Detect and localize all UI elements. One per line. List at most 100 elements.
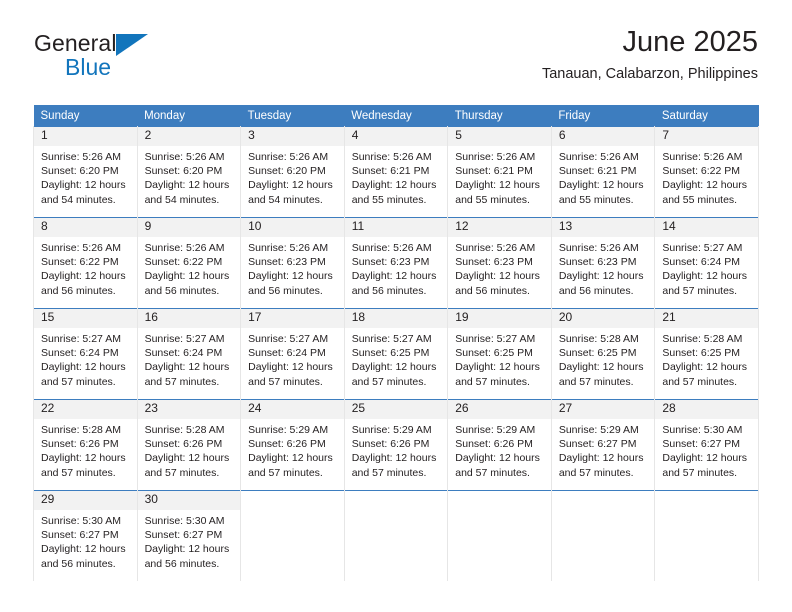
day-number-blank: [344, 491, 448, 510]
sunrise-text: Sunrise: 5:26 AM: [662, 151, 743, 163]
daylight-text-line1: Daylight: 12 hours: [558, 361, 644, 374]
sunrise-text: Sunrise: 5:26 AM: [351, 242, 432, 254]
daylight-text-line2: and 57 minutes.: [144, 375, 220, 388]
sunset-text: Sunset: 6:27 PM: [41, 529, 119, 542]
calendar-day-cell[interactable]: 12 Sunrise: 5:26 AM Sunset: 6:23 PM Dayligh…: [447, 217, 552, 309]
day-number: 29: [34, 491, 137, 510]
calendar-cell-empty: [343, 490, 449, 581]
day-details: Sunrise: 5:26 AM Sunset: 6:22 PM Daylight:…: [655, 146, 758, 207]
daylight-text-line1: Daylight: 12 hours: [248, 452, 333, 465]
generalblue-logo[interactable]: General Blue: [34, 32, 274, 92]
calendar-day-cell[interactable]: 23 Sunrise: 5:28 AM Sunset: 6:26 PM Dayligh…: [136, 399, 242, 491]
calendar-day-cell[interactable]: 27 Sunrise: 5:29 AM Sunset: 6:27 PM Dayligh…: [550, 399, 656, 491]
daylight-text-line2: and 55 minutes.: [455, 193, 530, 206]
calendar-day-cell[interactable]: 25 Sunrise: 5:29 AM Sunset: 6:26 PM Dayligh…: [343, 399, 449, 491]
calendar-day-cell[interactable]: 18 Sunrise: 5:27 AM Sunset: 6:25 PM Dayligh…: [343, 308, 449, 400]
page-title: June 2025: [622, 26, 758, 58]
daylight-text-line1: Daylight: 12 hours: [351, 361, 437, 374]
day-details: Sunrise: 5:29 AM Sunset: 6:26 PM Daylight:…: [241, 419, 344, 480]
sunset-text: Sunset: 6:26 PM: [144, 438, 223, 451]
sunrise-text: Sunrise: 5:26 AM: [144, 151, 225, 163]
day-number: 30: [137, 491, 241, 510]
calendar-week-row: 22 Sunrise: 5:28 AM Sunset: 6:26 PM Dayligh…: [33, 399, 759, 491]
day-details: Sunrise: 5:28 AM Sunset: 6:26 PM Daylight:…: [138, 419, 241, 480]
day-number: 20: [551, 309, 655, 328]
calendar-day-cell[interactable]: 15 Sunrise: 5:27 AM Sunset: 6:24 PM Dayligh…: [33, 308, 138, 400]
daylight-text-line1: Daylight: 12 hours: [351, 452, 437, 465]
weekday-header-saturday: Saturday: [654, 105, 759, 127]
day-details: Sunrise: 5:26 AM Sunset: 6:23 PM Daylight:…: [552, 237, 655, 298]
logo-text-general: General: [34, 30, 117, 56]
day-number-blank: [655, 491, 758, 510]
weekday-header-row: Sunday Monday Tuesday Wednesday Thursday…: [33, 105, 759, 127]
calendar-day-cell[interactable]: 8 Sunrise: 5:26 AM Sunset: 6:22 PM Daylight…: [33, 217, 138, 309]
calendar-day-cell[interactable]: 3 Sunrise: 5:26 AM Sunset: 6:20 PM Daylight…: [240, 126, 345, 218]
sunset-text: Sunset: 6:20 PM: [144, 165, 223, 178]
sunrise-text: Sunrise: 5:26 AM: [41, 242, 121, 254]
sunset-text: Sunset: 6:26 PM: [351, 438, 430, 451]
sunrise-text: Sunrise: 5:29 AM: [455, 424, 536, 436]
day-details: Sunrise: 5:29 AM Sunset: 6:26 PM Daylight:…: [345, 419, 448, 480]
calendar-day-cell[interactable]: 24 Sunrise: 5:29 AM Sunset: 6:26 PM Dayligh…: [240, 399, 345, 491]
day-number: 28: [655, 400, 758, 419]
sunset-text: Sunset: 6:26 PM: [455, 438, 533, 451]
day-details: Sunrise: 5:26 AM Sunset: 6:23 PM Daylight:…: [241, 237, 344, 298]
sunrise-text: Sunrise: 5:26 AM: [248, 242, 329, 254]
calendar-day-cell[interactable]: 6 Sunrise: 5:26 AM Sunset: 6:21 PM Daylight…: [550, 126, 656, 218]
day-number: 25: [344, 400, 448, 419]
sunset-text: Sunset: 6:27 PM: [662, 438, 741, 451]
calendar-day-cell[interactable]: 2 Sunrise: 5:26 AM Sunset: 6:20 PM Daylight…: [136, 126, 242, 218]
daylight-text-line2: and 57 minutes.: [455, 375, 530, 388]
calendar-week-row: 1 Sunrise: 5:26 AM Sunset: 6:20 PM Daylight…: [33, 126, 759, 218]
day-details: Sunrise: 5:26 AM Sunset: 6:21 PM Daylight:…: [448, 146, 551, 207]
sunrise-text: Sunrise: 5:28 AM: [662, 333, 743, 345]
calendar-day-cell[interactable]: 5 Sunrise: 5:26 AM Sunset: 6:21 PM Daylight…: [447, 126, 552, 218]
sunset-text: Sunset: 6:22 PM: [662, 165, 741, 178]
calendar-day-cell[interactable]: 13 Sunrise: 5:26 AM Sunset: 6:23 PM Dayligh…: [550, 217, 656, 309]
day-number: 8: [34, 218, 137, 237]
daylight-text-line2: and 56 minutes.: [248, 284, 323, 297]
weekday-header-tuesday: Tuesday: [240, 105, 345, 127]
daylight-text-line2: and 54 minutes.: [41, 193, 116, 206]
calendar-day-cell[interactable]: 21 Sunrise: 5:28 AM Sunset: 6:25 PM Dayligh…: [654, 308, 759, 400]
calendar-day-cell[interactable]: 26 Sunrise: 5:29 AM Sunset: 6:26 PM Dayligh…: [447, 399, 552, 491]
day-details: Sunrise: 5:26 AM Sunset: 6:21 PM Daylight:…: [345, 146, 448, 207]
calendar-day-cell[interactable]: 10 Sunrise: 5:26 AM Sunset: 6:23 PM Dayligh…: [240, 217, 345, 309]
calendar-day-cell[interactable]: 1 Sunrise: 5:26 AM Sunset: 6:20 PM Daylight…: [33, 126, 138, 218]
calendar-day-cell[interactable]: 14 Sunrise: 5:27 AM Sunset: 6:24 PM Dayligh…: [654, 217, 759, 309]
day-number: 21: [655, 309, 758, 328]
daylight-text-line2: and 55 minutes.: [558, 193, 634, 206]
daylight-text-line1: Daylight: 12 hours: [41, 361, 126, 374]
calendar-day-cell[interactable]: 22 Sunrise: 5:28 AM Sunset: 6:26 PM Dayligh…: [33, 399, 138, 491]
calendar-day-cell[interactable]: 7 Sunrise: 5:26 AM Sunset: 6:22 PM Daylight…: [654, 126, 759, 218]
calendar-day-cell[interactable]: 29 Sunrise: 5:30 AM Sunset: 6:27 PM Dayligh…: [33, 490, 138, 581]
day-details: Sunrise: 5:26 AM Sunset: 6:23 PM Daylight:…: [448, 237, 551, 298]
calendar-day-cell[interactable]: 4 Sunrise: 5:26 AM Sunset: 6:21 PM Daylight…: [343, 126, 449, 218]
calendar-day-cell[interactable]: 11 Sunrise: 5:26 AM Sunset: 6:23 PM Dayligh…: [343, 217, 449, 309]
sunset-text: Sunset: 6:21 PM: [558, 165, 637, 178]
calendar-day-cell[interactable]: 17 Sunrise: 5:27 AM Sunset: 6:24 PM Dayligh…: [240, 308, 345, 400]
calendar-day-cell[interactable]: 19 Sunrise: 5:27 AM Sunset: 6:25 PM Dayligh…: [447, 308, 552, 400]
sunrise-text: Sunrise: 5:30 AM: [662, 424, 743, 436]
daylight-text-line2: and 57 minutes.: [558, 375, 634, 388]
calendar-day-cell[interactable]: 9 Sunrise: 5:26 AM Sunset: 6:22 PM Daylight…: [136, 217, 242, 309]
day-number: 2: [137, 127, 241, 146]
sunset-text: Sunset: 6:22 PM: [41, 256, 119, 269]
day-details: Sunrise: 5:27 AM Sunset: 6:24 PM Daylight:…: [655, 237, 758, 298]
calendar-week-row: 29 Sunrise: 5:30 AM Sunset: 6:27 PM Dayligh…: [33, 490, 759, 581]
sunrise-text: Sunrise: 5:26 AM: [144, 242, 225, 254]
calendar-day-cell[interactable]: 28 Sunrise: 5:30 AM Sunset: 6:27 PM Dayligh…: [654, 399, 759, 491]
day-number: 24: [241, 400, 344, 419]
calendar-day-cell[interactable]: 16 Sunrise: 5:27 AM Sunset: 6:24 PM Dayligh…: [136, 308, 242, 400]
sunset-text: Sunset: 6:23 PM: [455, 256, 533, 269]
day-details: Sunrise: 5:26 AM Sunset: 6:21 PM Daylight:…: [552, 146, 655, 207]
sunset-text: Sunset: 6:24 PM: [41, 347, 119, 360]
sunset-text: Sunset: 6:27 PM: [558, 438, 637, 451]
day-details: Sunrise: 5:27 AM Sunset: 6:24 PM Daylight:…: [241, 328, 344, 389]
calendar-day-cell[interactable]: 30 Sunrise: 5:30 AM Sunset: 6:27 PM Dayligh…: [136, 490, 242, 581]
weekday-header-friday: Friday: [551, 105, 655, 127]
daylight-text-line2: and 54 minutes.: [144, 193, 220, 206]
calendar-day-cell[interactable]: 20 Sunrise: 5:28 AM Sunset: 6:25 PM Dayligh…: [550, 308, 656, 400]
sunrise-text: Sunrise: 5:28 AM: [558, 333, 639, 345]
day-details: Sunrise: 5:26 AM Sunset: 6:20 PM Daylight:…: [34, 146, 137, 207]
